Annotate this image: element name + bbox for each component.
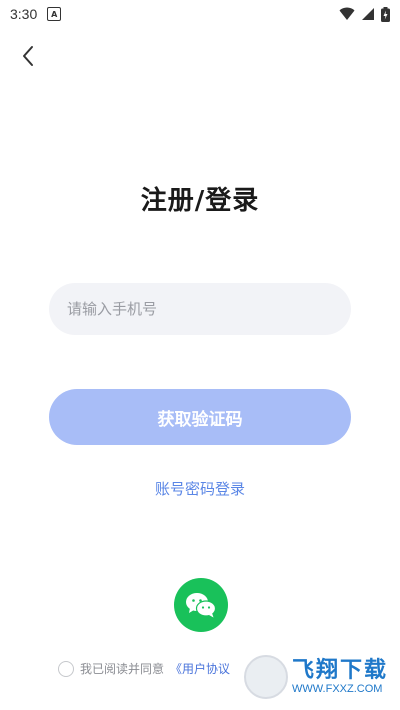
- watermark-url: WWW.FXXZ.COM: [292, 682, 383, 695]
- watermark: 飞翔下载 WWW.FXXZ.COM: [244, 652, 394, 702]
- battery-icon: [381, 6, 390, 22]
- agreement-text: 我已阅读并同意: [80, 662, 165, 676]
- chevron-left-icon: [23, 46, 33, 66]
- status-bar: 3:30 A: [0, 0, 400, 28]
- wechat-icon: [186, 593, 217, 618]
- watermark-logo-icon: [244, 655, 288, 699]
- get-code-button[interactable]: 获取验证码: [49, 389, 351, 445]
- signal-icon: [362, 8, 374, 20]
- status-right: [339, 6, 390, 22]
- agreement: 我已阅读并同意 《用户协议: [58, 660, 230, 677]
- status-time: 3:30: [10, 6, 38, 22]
- wifi-icon: [339, 7, 355, 20]
- watermark-title: 飞翔下载: [292, 657, 389, 683]
- page-title: 注册/登录: [140, 186, 260, 216]
- user-agreement-link[interactable]: 《用户协议: [170, 660, 230, 677]
- agreement-checkbox[interactable]: [58, 660, 74, 677]
- status-left: 3:30 A: [10, 6, 62, 22]
- wechat-login-button[interactable]: [174, 578, 228, 632]
- back-button[interactable]: [14, 42, 42, 70]
- notification-icon: A: [47, 7, 62, 21]
- watermark-text: 飞翔下载 WWW.FXXZ.COM: [292, 657, 389, 695]
- password-login-link[interactable]: 账号密码登录: [0, 478, 400, 499]
- phone-input[interactable]: [49, 283, 351, 335]
